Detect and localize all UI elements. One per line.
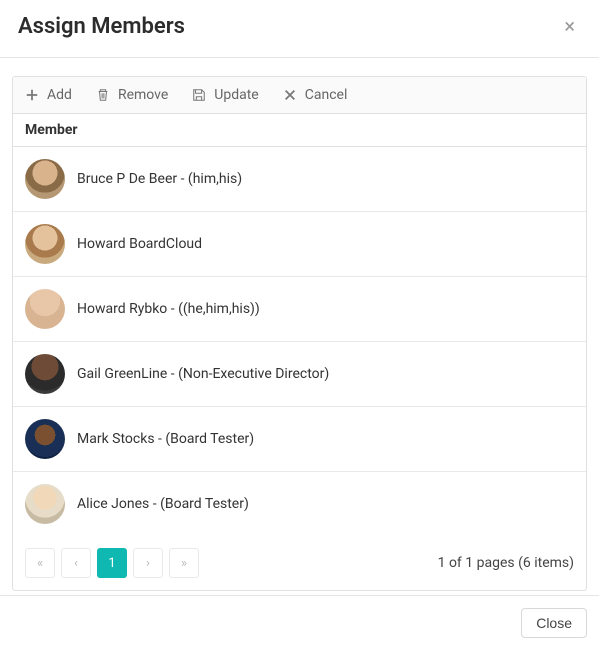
pager-page-1[interactable]: 1 [97, 548, 127, 578]
table-row[interactable]: Howard BoardCloud [13, 212, 586, 277]
modal-body: Add Remove Update [0, 58, 599, 591]
member-name: Alice Jones - (Board Tester) [77, 496, 249, 512]
chevron-right-icon: › [146, 556, 150, 571]
table-row[interactable]: Bruce P De Beer - (him,his) [13, 147, 586, 212]
avatar [25, 159, 65, 199]
chevron-double-right-icon: » [181, 556, 187, 571]
pager-bar: « ‹ 1 › » 1 of 1 pages (6 items) [13, 536, 586, 590]
cancel-button[interactable]: Cancel [283, 87, 348, 103]
update-label: Update [214, 87, 258, 103]
members-grid: Add Remove Update [12, 76, 587, 591]
plus-icon [25, 88, 39, 102]
assign-members-modal: Assign Members × Add Remove [0, 0, 599, 650]
pager-last-button[interactable]: » [169, 548, 199, 578]
avatar [25, 354, 65, 394]
add-button[interactable]: Add [25, 87, 72, 103]
member-name: Howard Rybko - ((he,him,his)) [77, 301, 260, 317]
remove-label: Remove [118, 87, 168, 103]
grid-rows: Bruce P De Beer - (him,his) Howard Board… [13, 147, 586, 536]
pager: « ‹ 1 › » [25, 548, 199, 578]
close-button[interactable]: Close [521, 608, 587, 638]
remove-button[interactable]: Remove [96, 87, 168, 103]
cancel-label: Cancel [305, 87, 348, 103]
pager-first-button[interactable]: « [25, 548, 55, 578]
member-name: Gail GreenLine - (Non-Executive Director… [77, 366, 329, 382]
modal-footer: Close [0, 595, 599, 650]
avatar [25, 224, 65, 264]
member-name: Mark Stocks - (Board Tester) [77, 431, 254, 447]
table-row[interactable]: Mark Stocks - (Board Tester) [13, 407, 586, 472]
save-icon [192, 88, 206, 102]
modal-title: Assign Members [18, 14, 185, 39]
trash-icon [96, 88, 110, 102]
column-header-member[interactable]: Member [13, 114, 586, 147]
grid-toolbar: Add Remove Update [13, 77, 586, 114]
pager-next-button[interactable]: › [133, 548, 163, 578]
chevron-double-left-icon: « [37, 556, 43, 571]
table-row[interactable]: Alice Jones - (Board Tester) [13, 472, 586, 536]
pager-prev-button[interactable]: ‹ [61, 548, 91, 578]
close-icon[interactable]: × [558, 14, 581, 38]
avatar [25, 419, 65, 459]
member-name: Howard BoardCloud [77, 236, 202, 252]
pager-summary: 1 of 1 pages (6 items) [438, 555, 574, 571]
x-icon [283, 88, 297, 102]
table-row[interactable]: Howard Rybko - ((he,him,his)) [13, 277, 586, 342]
avatar [25, 484, 65, 524]
update-button[interactable]: Update [192, 87, 258, 103]
member-name: Bruce P De Beer - (him,his) [77, 171, 242, 187]
table-row[interactable]: Gail GreenLine - (Non-Executive Director… [13, 342, 586, 407]
modal-header: Assign Members × [0, 0, 599, 58]
add-label: Add [47, 87, 72, 103]
chevron-left-icon: ‹ [74, 556, 78, 571]
avatar [25, 289, 65, 329]
